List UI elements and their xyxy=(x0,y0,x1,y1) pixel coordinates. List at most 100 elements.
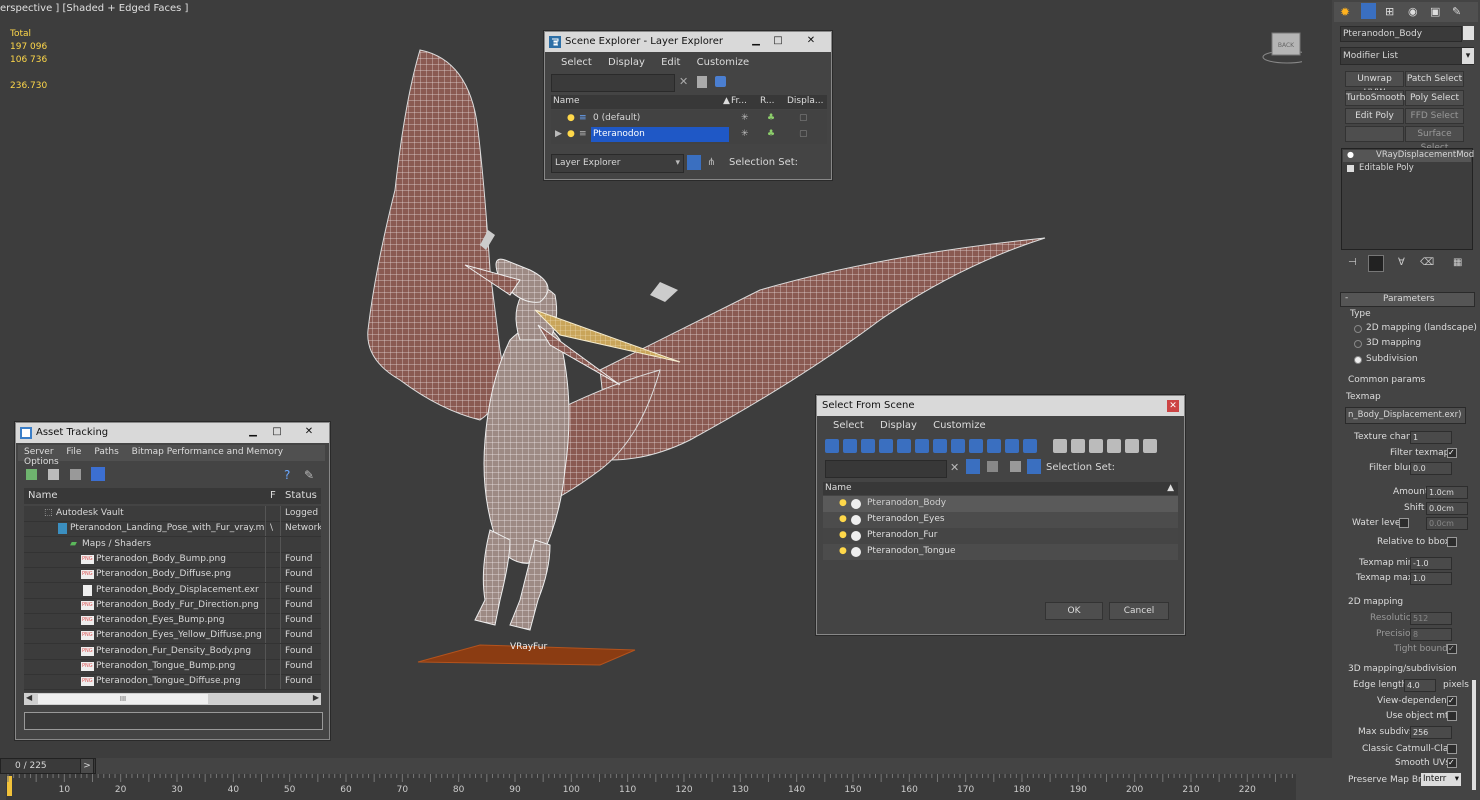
menu-display[interactable]: Display xyxy=(608,57,645,68)
resolution-spinner[interactable]: 512 xyxy=(1410,612,1452,625)
texture-chan-spinner[interactable]: 1 xyxy=(1410,431,1452,444)
scene-explorer-titlebar[interactable]: Scene Explorer - Layer Explorer ▁ □ ✕ xyxy=(545,32,831,52)
layer-tools-icon[interactable] xyxy=(715,76,726,87)
radio-2d-mapping[interactable] xyxy=(1354,325,1362,333)
cancel-button[interactable]: Cancel xyxy=(1109,602,1169,620)
display-box-icon[interactable]: ▢ xyxy=(799,127,808,142)
list-item[interactable]: ● ≡ 0 (default) ✳ ♣ ▢ xyxy=(551,111,827,126)
table-row[interactable]: PNG Pteranodon_Tongue_Bump.png Found xyxy=(24,659,321,675)
helpers-filter-icon[interactable] xyxy=(897,439,911,453)
texmap-button[interactable]: n_Body_Displacement.exr) xyxy=(1345,407,1466,424)
select-from-scene-window[interactable]: Select From Scene ✕ Select Display Custo… xyxy=(816,395,1185,635)
max-subdivs-spinner[interactable]: 256 xyxy=(1410,726,1452,739)
table-row[interactable]: PNG Pteranodon_Body_Fur_Direction.png Foun… xyxy=(24,597,321,614)
lightbulb-icon[interactable]: ● xyxy=(839,512,847,527)
menu-server[interactable]: Server xyxy=(24,447,54,457)
radio-3d-mapping[interactable] xyxy=(1354,340,1362,348)
collapse-filter-icon[interactable] xyxy=(1143,439,1157,453)
col-display[interactable]: Displa... xyxy=(787,96,823,106)
lightbulb-icon[interactable]: ● xyxy=(839,544,847,559)
filter-filter-icon[interactable] xyxy=(1107,439,1121,453)
menu-file[interactable]: File xyxy=(66,447,81,457)
explorer-type-dropdown[interactable]: Layer Explorer ▾ xyxy=(551,154,684,173)
relative-bbox-checkbox[interactable] xyxy=(1447,537,1457,547)
filter-texmap-checkbox[interactable]: ✓ xyxy=(1447,448,1457,458)
pin-stack-icon[interactable]: ⊣ xyxy=(1348,257,1357,268)
col-name[interactable]: Name xyxy=(553,96,580,106)
expand-arrow-icon[interactable]: ▶ xyxy=(555,127,562,142)
water-level-checkbox[interactable] xyxy=(1399,518,1409,528)
col-frozen[interactable]: Fr... xyxy=(731,96,747,106)
table-row[interactable]: Pteranodon_Body_Displacement.exr Found xyxy=(24,582,321,599)
water-level-spinner[interactable]: 0.0cm xyxy=(1426,517,1468,530)
path-field[interactable] xyxy=(24,712,323,730)
menu-options[interactable]: Options xyxy=(24,457,59,467)
patch-select-button[interactable]: Patch Select xyxy=(1405,71,1464,87)
search-input[interactable] xyxy=(825,460,947,478)
remove-modifier-icon[interactable]: ⌫ xyxy=(1420,257,1434,268)
scroll-right-icon[interactable]: ▶ xyxy=(313,693,319,702)
create-tab-icon[interactable]: ✹ xyxy=(1340,5,1350,19)
menu-paths[interactable]: Paths xyxy=(94,447,118,457)
render-teapot-icon[interactable]: ♣ xyxy=(767,127,775,142)
turbosmooth-button[interactable]: TurboSmooth xyxy=(1345,90,1405,106)
layer-name[interactable]: 0 (default) xyxy=(593,111,640,126)
display-box-icon[interactable]: ▢ xyxy=(799,111,808,126)
parameters-rollout-header[interactable]: - Parameters xyxy=(1340,292,1475,307)
panel-scrollbar[interactable] xyxy=(1472,680,1476,790)
ffd-select-button[interactable]: FFD Select xyxy=(1405,108,1464,124)
clear-search-icon[interactable]: ✕ xyxy=(950,461,959,474)
list-item[interactable]: ● Pteranodon_Tongue xyxy=(823,544,1178,560)
horizontal-scrollbar[interactable]: ◀ III ▶ xyxy=(24,693,321,705)
table-view-icon[interactable] xyxy=(91,467,105,481)
texmap-min-spinner[interactable]: -1.0 xyxy=(1410,557,1452,570)
shapes-filter-icon[interactable] xyxy=(843,439,857,453)
layer-mode-icon[interactable] xyxy=(687,155,701,170)
next-frame-button[interactable]: > xyxy=(80,758,94,774)
minimize-button[interactable]: ▁ xyxy=(745,34,767,48)
refresh-icon[interactable] xyxy=(26,469,37,480)
groups-filter-icon[interactable] xyxy=(933,439,947,453)
frozen-filter-icon[interactable] xyxy=(1005,439,1019,453)
filter-icon[interactable] xyxy=(966,459,980,474)
empty-modifier-button[interactable] xyxy=(1345,126,1404,142)
table-row[interactable]: PNG Pteranodon_Body_Bump.png Found xyxy=(24,551,321,568)
radio-subdivision[interactable] xyxy=(1354,356,1362,364)
menu-select[interactable]: Select xyxy=(561,57,592,68)
table-row[interactable]: Pteranodon_Landing_Pose_with_Fur_vray.m.… xyxy=(24,521,321,538)
bones-filter-icon[interactable] xyxy=(969,439,983,453)
motion-tab-icon[interactable]: ◉ xyxy=(1408,5,1418,18)
smooth-uvs-checkbox[interactable]: ✓ xyxy=(1447,758,1457,768)
scroll-thumb[interactable]: III xyxy=(38,694,208,704)
amount-spinner[interactable]: 1.0cm xyxy=(1426,486,1468,499)
stack-icon[interactable] xyxy=(1010,461,1021,472)
use-object-mtl-checkbox[interactable] xyxy=(1447,711,1457,721)
col-status[interactable]: Status xyxy=(285,490,317,501)
asset-tracking-titlebar[interactable]: Asset Tracking ▁ □ ✕ xyxy=(16,423,329,443)
display-tab-icon[interactable]: ▣ xyxy=(1430,5,1440,18)
lightbulb-icon[interactable]: ● xyxy=(1347,150,1354,159)
classic-catmull-checkbox[interactable] xyxy=(1447,744,1457,754)
hierarchy-tab-icon[interactable]: ⊞ xyxy=(1385,5,1394,18)
asset-tracking-window[interactable]: Asset Tracking ▁ □ ✕ Server File Paths B… xyxy=(15,422,330,740)
tight-bounds-checkbox[interactable]: ✓ xyxy=(1447,644,1457,654)
col-render[interactable]: R... xyxy=(760,96,775,106)
lightbulb-icon[interactable]: ● xyxy=(567,111,575,126)
display-all-filter-icon[interactable] xyxy=(1053,439,1067,453)
lightbulb-icon[interactable]: ● xyxy=(567,127,575,142)
texmap-max-spinner[interactable]: 1.0 xyxy=(1410,572,1452,585)
table-row[interactable]: PNG Pteranodon_Eyes_Yellow_Diffuse.png Fou… xyxy=(24,628,321,645)
freeze-icon[interactable]: ✳ xyxy=(741,111,749,126)
object-color-swatch[interactable] xyxy=(1463,26,1474,40)
menu-customize[interactable]: Customize xyxy=(697,57,750,68)
make-unique-icon[interactable]: ∀ xyxy=(1398,257,1405,268)
configure-sets-icon[interactable]: ▦ xyxy=(1453,257,1462,268)
menu-customize[interactable]: Customize xyxy=(933,420,986,431)
col-name[interactable]: Name xyxy=(28,490,58,501)
surface-select-button[interactable]: Surface Select xyxy=(1405,126,1464,153)
list-item[interactable]: ● Pteranodon_Fur xyxy=(823,528,1178,544)
edit-poly-button[interactable]: Edit Poly xyxy=(1345,108,1404,124)
layer-name[interactable]: Pteranodon xyxy=(591,127,729,142)
viewport-label[interactable]: erspective ] [Shaded + Edged Faces ] xyxy=(0,3,188,14)
scene-explorer-window[interactable]: Scene Explorer - Layer Explorer ▁ □ ✕ Se… xyxy=(544,31,832,180)
